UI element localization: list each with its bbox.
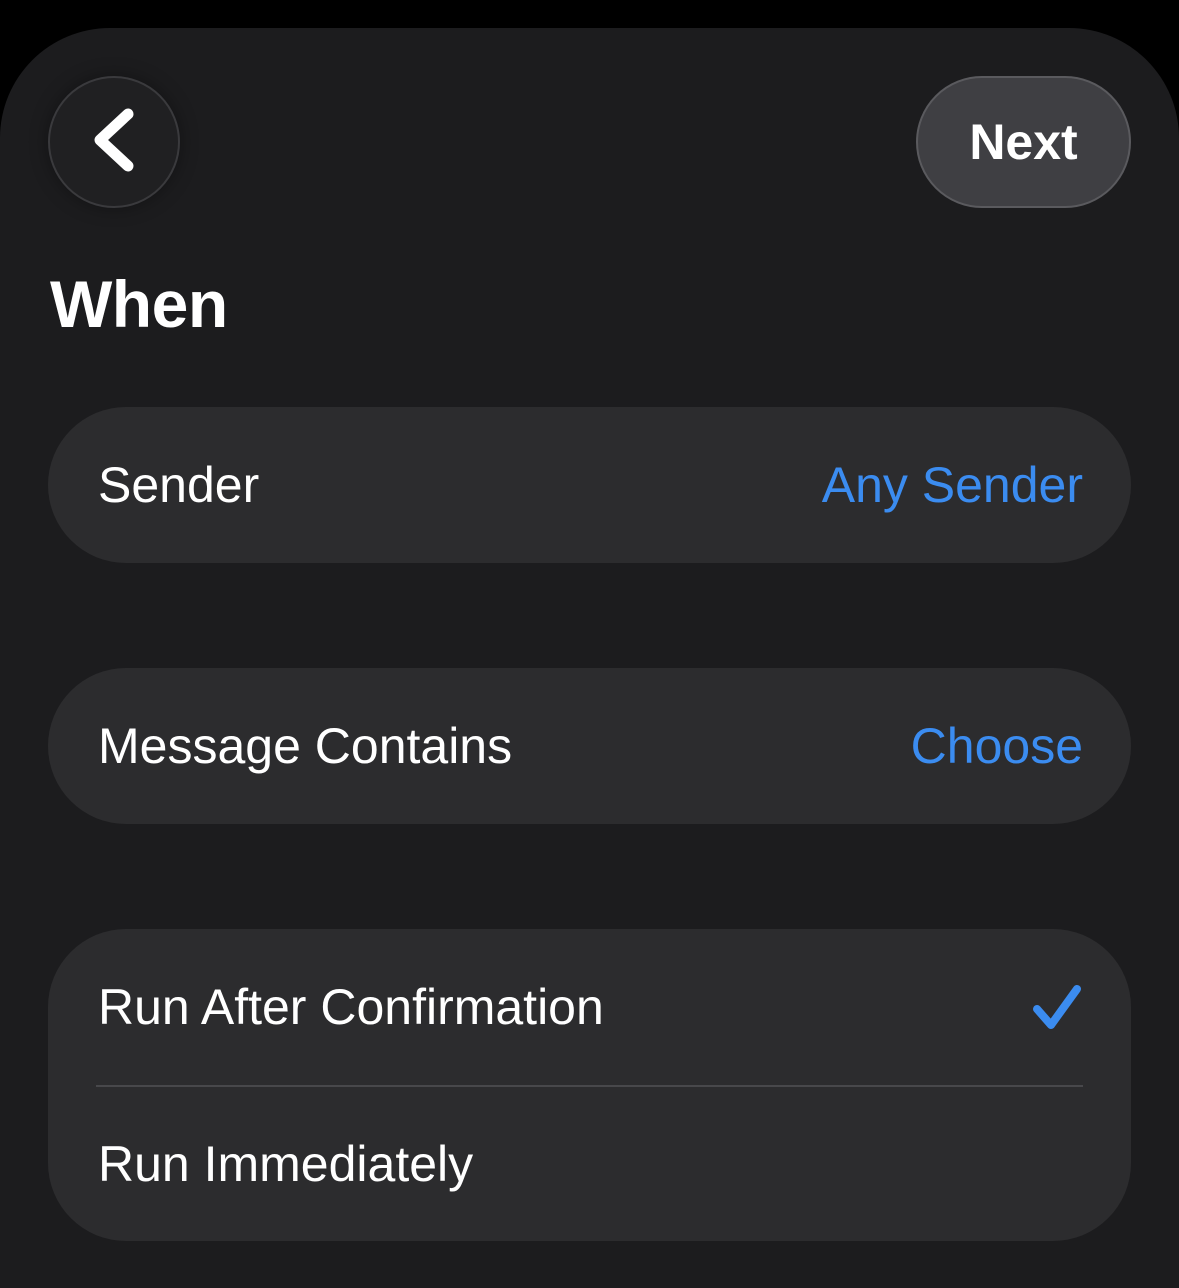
message-contains-card: Message Contains Choose xyxy=(48,668,1131,824)
sender-value[interactable]: Any Sender xyxy=(822,456,1083,514)
back-button[interactable] xyxy=(48,76,180,208)
chevron-left-icon xyxy=(88,108,140,177)
run-options-card: Run After Confirmation Run Immediately xyxy=(48,929,1131,1241)
sender-label: Sender xyxy=(98,457,260,513)
sender-card: Sender Any Sender xyxy=(48,407,1131,563)
message-contains-row[interactable]: Message Contains Choose xyxy=(48,668,1131,824)
next-button[interactable]: Next xyxy=(916,76,1131,208)
section-title: When xyxy=(50,267,228,341)
run-option-label: Run After Confirmation xyxy=(98,979,604,1035)
message-contains-label: Message Contains xyxy=(98,718,513,774)
run-option-label: Run Immediately xyxy=(98,1136,474,1192)
checkmark-icon xyxy=(1031,983,1083,1031)
sender-row[interactable]: Sender Any Sender xyxy=(48,407,1131,563)
run-option-immediately[interactable]: Run Immediately xyxy=(48,1087,1131,1241)
run-option-after-confirmation[interactable]: Run After Confirmation xyxy=(48,929,1131,1085)
message-contains-value[interactable]: Choose xyxy=(911,717,1083,775)
